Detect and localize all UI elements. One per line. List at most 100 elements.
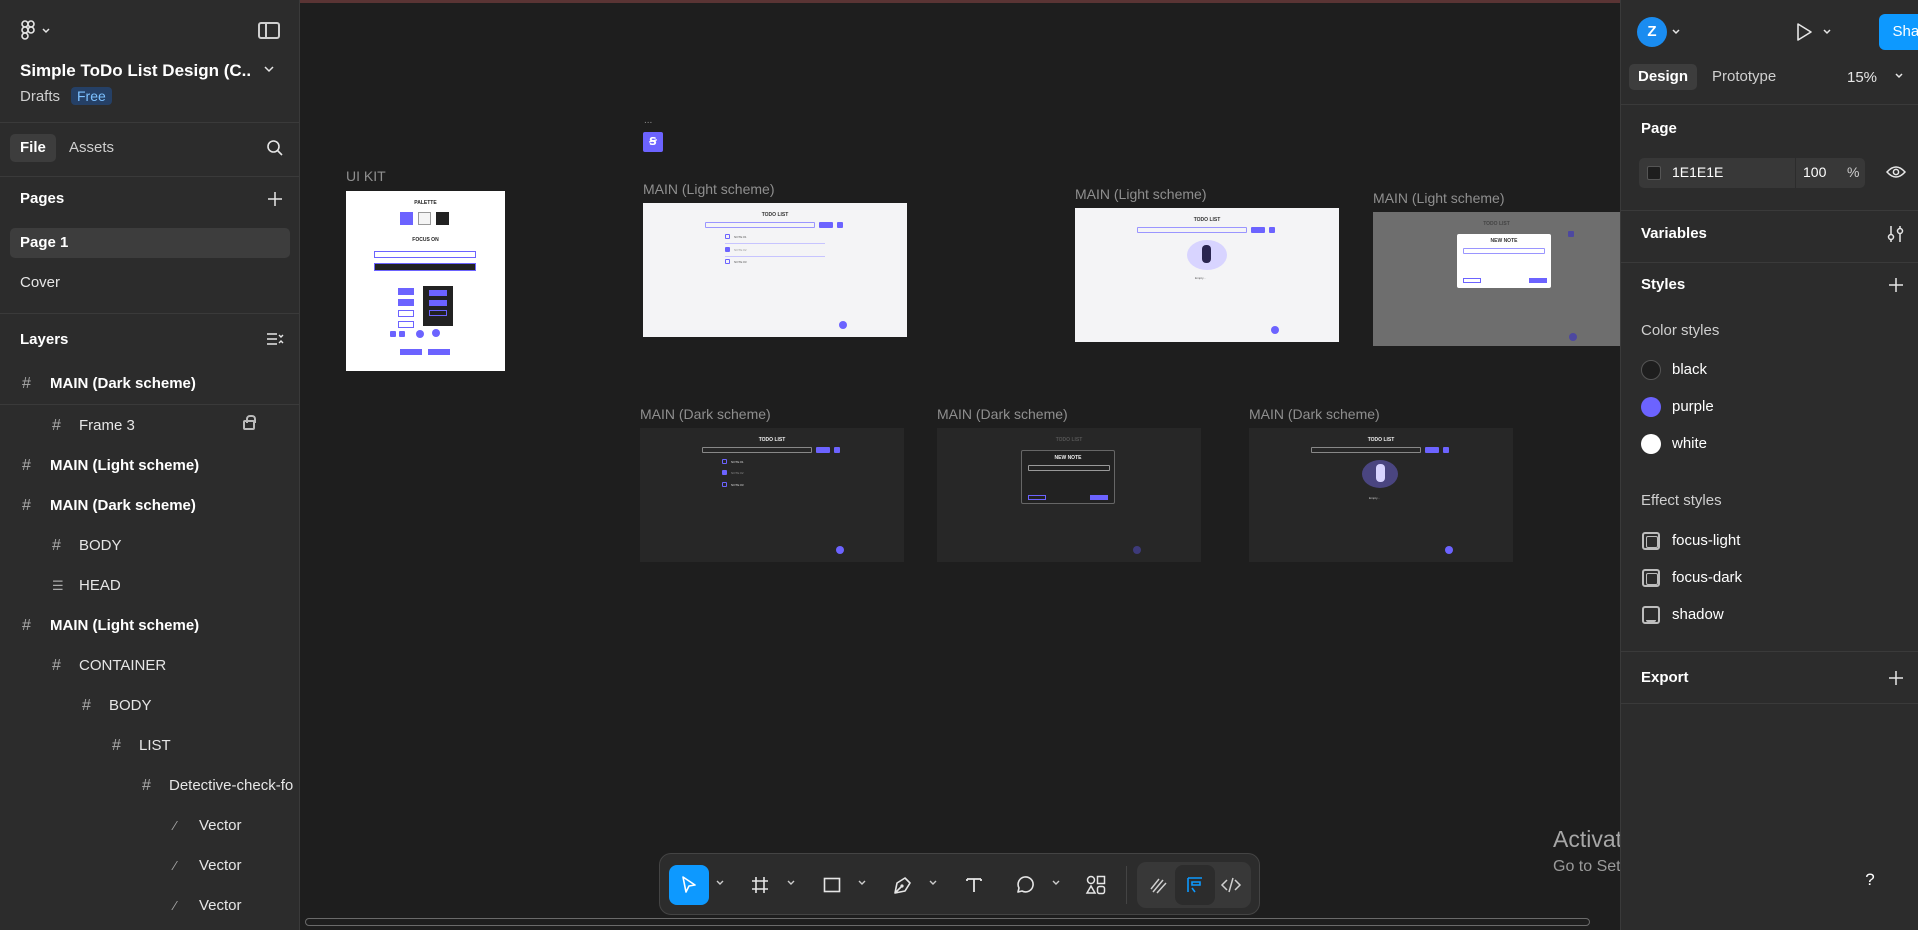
- tab-file[interactable]: File: [10, 134, 56, 162]
- plan-badge: Free: [71, 87, 112, 105]
- add-style-icon[interactable]: [1888, 277, 1904, 293]
- effect-styles-title: Effect styles: [1641, 492, 1722, 509]
- main-menu-button[interactable]: [20, 20, 50, 42]
- add-export-icon[interactable]: [1888, 670, 1904, 686]
- chevron-down-icon[interactable]: [1051, 878, 1061, 888]
- file-title[interactable]: Simple ToDo List Design (C...: [20, 61, 250, 81]
- mini-fab: [1133, 546, 1141, 554]
- focus-light-sample: [374, 251, 476, 258]
- page-opacity[interactable]: 100: [1803, 164, 1826, 180]
- selection-dots: ...: [644, 115, 653, 126]
- pen-tool-button[interactable]: [883, 865, 923, 905]
- collapse-layers-icon[interactable]: [266, 332, 284, 346]
- frame-label-main-light[interactable]: MAIN (Light scheme): [1373, 190, 1504, 206]
- layer-item[interactable]: ⁄ Vector: [0, 806, 299, 846]
- frame-icon: #: [142, 777, 151, 794]
- page-item-cover[interactable]: Cover: [10, 268, 290, 298]
- chevron-down-icon[interactable]: [1823, 29, 1831, 35]
- layer-item[interactable]: # MAIN (Light scheme): [0, 446, 299, 486]
- frame-main-dark-list[interactable]: TODO LIST NOTE #1 NOTE #2 NOTE #3: [640, 428, 904, 562]
- eye-icon[interactable]: [1886, 165, 1906, 179]
- frame-tool-button[interactable]: [740, 865, 780, 905]
- layer-item[interactable]: ⁄ Vector: [0, 886, 299, 926]
- zoom-level[interactable]: 15%: [1847, 69, 1877, 86]
- chevron-down-icon[interactable]: [857, 878, 867, 888]
- frame-ui-kit[interactable]: PALETTE FOCUS ON: [346, 191, 505, 371]
- move-tool-button[interactable]: [669, 865, 709, 905]
- shadow-effect-icon: [1642, 606, 1660, 624]
- divider: [0, 404, 299, 405]
- layer-item[interactable]: # MAIN (Light scheme): [0, 606, 299, 646]
- tab-prototype[interactable]: Prototype: [1703, 64, 1785, 90]
- draw-mode-button[interactable]: [1139, 865, 1179, 905]
- layer-item[interactable]: # BODY: [0, 526, 299, 566]
- actions-tool-button[interactable]: [1076, 865, 1116, 905]
- chevron-down-icon[interactable]: [786, 878, 796, 888]
- vector-icon: ⁄: [174, 858, 177, 873]
- layer-item[interactable]: # LIST: [0, 726, 299, 766]
- frame-label-main-light[interactable]: MAIN (Light scheme): [1075, 186, 1206, 202]
- empty-text: Empty...: [1195, 276, 1206, 280]
- page-item-page-1[interactable]: Page 1: [10, 228, 290, 258]
- shape-tool-button[interactable]: [812, 865, 852, 905]
- layer-item[interactable]: # MAIN (Dark scheme): [0, 364, 299, 404]
- frame-main-dark-modal[interactable]: TODO LIST NEW NOTE: [937, 428, 1201, 562]
- layer-item[interactable]: # CONTAINER: [0, 646, 299, 686]
- cursor-icon: [682, 876, 696, 893]
- tab-assets[interactable]: Assets: [59, 134, 124, 162]
- layer-item[interactable]: ☰ HEAD: [0, 566, 299, 606]
- frame-main-light-list[interactable]: TODO LIST NOTE #1 NOTE #2 NOTE #3: [643, 203, 907, 337]
- comment-tool-button[interactable]: [1005, 865, 1045, 905]
- palette-swatch-white: [418, 212, 431, 225]
- variables-title[interactable]: Variables: [1641, 225, 1707, 242]
- layer-item[interactable]: # BODY: [0, 686, 299, 726]
- chevron-down-icon[interactable]: [264, 66, 274, 73]
- user-avatar[interactable]: Z: [1637, 17, 1667, 47]
- new-note-modal: NEW NOTE: [1021, 450, 1115, 504]
- new-note-title: NEW NOTE: [1054, 455, 1082, 461]
- frame-main-light-modal[interactable]: TODO LIST NEW NOTE: [1373, 212, 1620, 346]
- layer-item[interactable]: # Frame 3: [0, 406, 299, 446]
- vector-icon: ⁄: [174, 898, 177, 913]
- mini-search: [1311, 447, 1421, 453]
- component-badge-icon[interactable]: Ꞩ: [643, 132, 663, 152]
- frame-label-ui-kit[interactable]: UI KIT: [346, 168, 386, 184]
- play-icon[interactable]: [1795, 22, 1813, 42]
- layer-item[interactable]: # MAIN (Dark scheme): [0, 486, 299, 526]
- frame-icon: #: [22, 457, 31, 474]
- variables-settings-icon[interactable]: [1887, 225, 1905, 243]
- project-location[interactable]: Drafts: [20, 88, 60, 105]
- text-tool-button[interactable]: [954, 865, 994, 905]
- frame-label-main-dark[interactable]: MAIN (Dark scheme): [640, 406, 771, 422]
- add-page-icon[interactable]: [267, 191, 283, 207]
- dev-mode-button[interactable]: [1211, 865, 1251, 905]
- toggle-sidebar-icon[interactable]: [258, 22, 280, 39]
- frame-label-main-dark[interactable]: MAIN (Dark scheme): [1249, 406, 1380, 422]
- actions-icon: [1085, 875, 1106, 895]
- chevron-down-icon[interactable]: [1895, 73, 1903, 79]
- share-button[interactable]: Share: [1879, 14, 1918, 50]
- frame-label-main-dark[interactable]: MAIN (Dark scheme): [937, 406, 1068, 422]
- layer-item[interactable]: ⁄ Vector: [0, 846, 299, 886]
- frame-main-light-empty[interactable]: TODO LIST Empty...: [1075, 208, 1339, 342]
- chevron-down-icon[interactable]: [1672, 29, 1680, 35]
- help-button[interactable]: ?: [1852, 862, 1888, 898]
- page-color-hex[interactable]: 1E1E1E: [1672, 164, 1723, 180]
- canvas-horizontal-scrollbar[interactable]: [305, 918, 1590, 926]
- design-mode-button[interactable]: [1175, 865, 1215, 905]
- lock-icon[interactable]: [243, 415, 256, 430]
- frame-icon: #: [22, 375, 31, 392]
- page-color-swatch[interactable]: [1647, 166, 1661, 180]
- page-background-field[interactable]: 1E1E1E 100 %: [1639, 158, 1865, 188]
- frame-label-main-light[interactable]: MAIN (Light scheme): [643, 181, 774, 197]
- canvas[interactable]: UI KIT PALETTE FOCUS ON ... Ꞩ MAIN (Ligh…: [300, 0, 1620, 930]
- mini-button: [1443, 447, 1449, 453]
- tab-design[interactable]: Design: [1629, 64, 1698, 90]
- frame-icon: #: [52, 657, 61, 674]
- search-icon[interactable]: [266, 139, 284, 157]
- chevron-down-icon[interactable]: [715, 878, 725, 888]
- chevron-down-icon[interactable]: [928, 878, 938, 888]
- mini-input: [1028, 465, 1110, 471]
- frame-main-dark-empty[interactable]: TODO LIST Empty...: [1249, 428, 1513, 562]
- layer-item[interactable]: # Detective-check-fo: [0, 766, 299, 806]
